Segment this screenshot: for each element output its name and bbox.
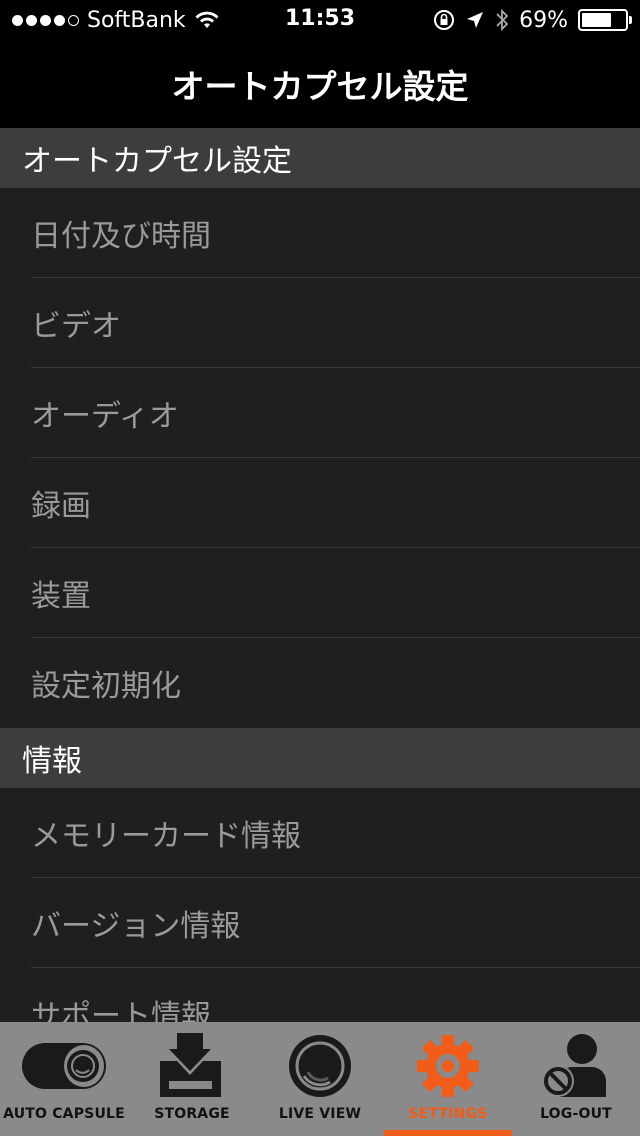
tab-settings[interactable]: SETTINGS [384,1022,512,1136]
navigation-bar: オートカプセル設定 [0,40,640,128]
list-item-audio[interactable]: オーディオ [0,368,640,458]
tab-storage[interactable]: STORAGE [128,1022,256,1136]
list-item-memory-card-info[interactable]: メモリーカード情報 [0,788,640,878]
logout-user-icon [531,1030,621,1102]
tab-auto-capsule[interactable]: AUTO CAPSULE [0,1022,128,1136]
battery-percent: 69% [519,7,568,33]
storage-icon [147,1030,237,1102]
bluetooth-icon [496,8,509,32]
battery-icon [578,9,632,31]
section-header-info: 情報 [0,728,640,788]
rotation-lock-icon [434,10,455,30]
settings-gear-icon [403,1030,493,1102]
tab-label-live-view: LIVE VIEW [278,1106,362,1122]
live-view-icon [275,1030,365,1102]
section-header-auto-capsule: オートカプセル設定 [0,128,640,188]
tab-bar: AUTO CAPSULE STORAGE LIVE VIEW SETTINGS … [0,1022,640,1136]
list-item-device[interactable]: 装置 [0,548,640,638]
tab-live-view[interactable]: LIVE VIEW [256,1022,384,1136]
settings-list[interactable]: オートカプセル設定 日付及び時間 ビデオ オーディオ 録画 装置 設定初期化 情… [0,128,640,1022]
list-item-reset-settings[interactable]: 設定初期化 [0,638,640,728]
status-right: 69% [433,6,632,34]
tab-log-out[interactable]: LOG-OUT [512,1022,640,1136]
tab-label-storage: STORAGE [154,1106,230,1122]
list-item-date-time[interactable]: 日付及び時間 [0,188,640,278]
tab-label-auto-capsule: AUTO CAPSULE [3,1106,125,1122]
page-title: オートカプセル設定 [171,67,469,106]
list-item-version-info[interactable]: バージョン情報 [0,878,640,968]
tab-label-settings: SETTINGS [408,1106,488,1122]
tab-label-log-out: LOG-OUT [540,1106,612,1122]
auto-capsule-icon [19,1030,109,1102]
status-bar: SoftBank 11:53 69% [0,0,640,40]
list-item-support-info[interactable]: サポート情報 [0,968,640,1022]
location-arrow-icon [467,12,484,28]
list-item-video[interactable]: ビデオ [0,278,640,368]
list-item-recording[interactable]: 録画 [0,458,640,548]
